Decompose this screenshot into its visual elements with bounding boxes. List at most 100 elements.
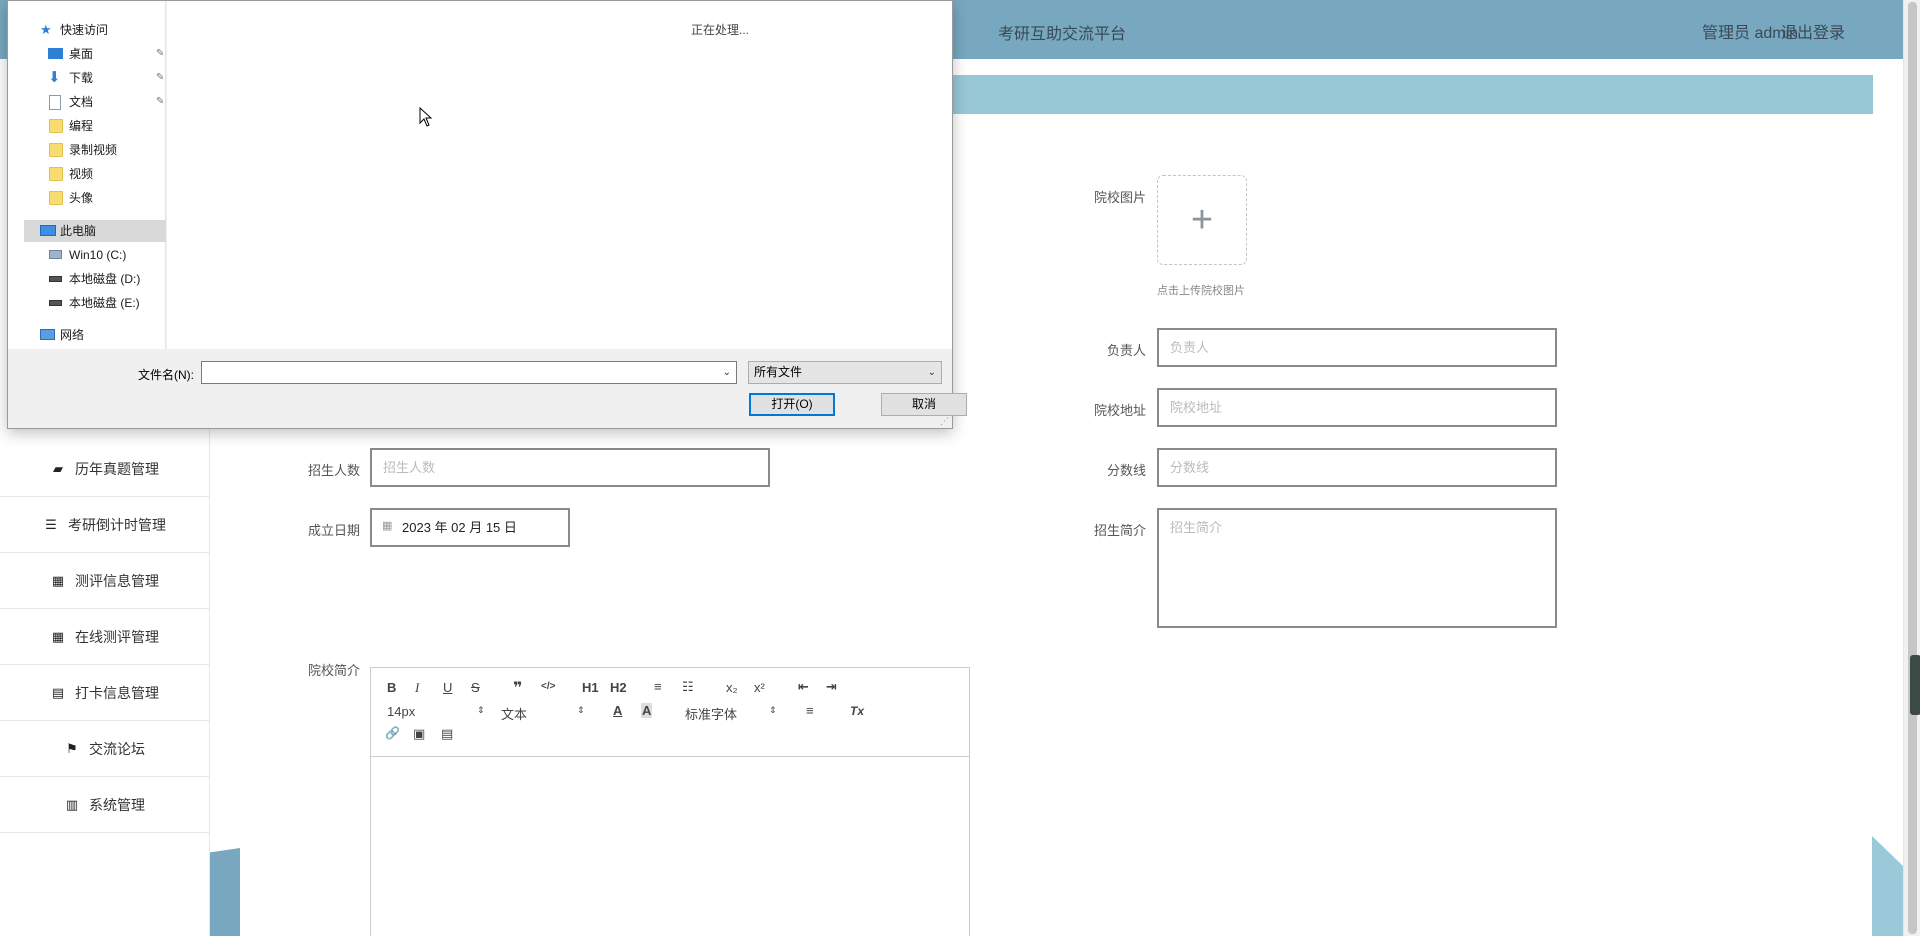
heading1-button[interactable]: H1 [582,680,599,695]
block-type-value: 文本 [501,707,528,722]
drive-icon [49,276,62,282]
bold-button[interactable]: B [387,680,396,695]
pin-icon: ✎ [156,48,165,59]
nav-drive-c[interactable]: Win10 (C:) [40,244,126,266]
nav-label: 录制视频 [69,143,118,157]
code-block-button[interactable]: </> [541,681,555,692]
underline-button[interactable]: U [443,680,452,695]
subscript-button[interactable]: x₂ [726,680,738,695]
recruit-intro-textarea[interactable]: 招生简介 [1157,508,1557,628]
resize-grip-icon[interactable]: ⋰ [940,416,950,426]
updown-icon: ⇕ [477,705,485,715]
nav-drive-e[interactable]: 本地磁盘 (E:) [40,292,140,314]
nav-network[interactable]: 网络 [32,324,84,346]
outdent-button[interactable]: ⇤ [798,679,809,695]
image-button[interactable]: ▣ [413,726,425,742]
floating-widget[interactable] [1910,655,1920,715]
nav-label: 网络 [60,328,85,342]
italic-button[interactable]: I [415,680,419,696]
desktop-icon [48,48,63,59]
nav-label: 本地磁盘 (E:) [69,296,140,310]
heading2-button[interactable]: H2 [610,680,627,695]
background-color-button[interactable]: A [641,703,653,718]
link-button[interactable]: 🔗 [385,726,400,740]
font-size-select[interactable]: 14px ⇕ [387,704,485,719]
nav-label: 头像 [69,191,94,205]
drive-icon [49,250,62,259]
sidebar-item-countdown[interactable]: ☰ 考研倒计时管理 [0,497,210,553]
logout-link[interactable]: 退出登录 [1781,19,1845,43]
sidebar-item-past-exams[interactable]: ▰ 历年真题管理 [0,441,210,497]
school-image-label: 院校图片 [1093,190,1146,205]
sidebar-item-checkin[interactable]: ▤ 打卡信息管理 [0,665,210,721]
chevron-down-icon[interactable]: ⌄ [723,362,731,383]
editor-toolbar: B I U S ❞ </> H1 H2 ≡ ☷ x₂ x² ⇤ ⇥ 14px ⇕… [371,668,969,757]
sidebar-item-online-evaluation[interactable]: ▦ 在线测评管理 [0,609,210,665]
nav-documents[interactable]: 文档 ✎ [40,91,166,113]
address-label: 院校地址 [1093,403,1146,418]
enrollment-input[interactable]: 招生人数 [370,448,770,487]
found-date-label: 成立日期 [307,523,360,538]
blockquote-button[interactable]: ❞ [513,678,522,698]
computer-icon [40,225,56,236]
nav-this-pc[interactable]: 此电脑 [32,220,96,242]
image-upload-button[interactable]: + [1157,175,1247,265]
file-type-select[interactable]: 所有文件 ⌄ [748,361,942,384]
filename-input[interactable]: ⌄ [201,361,737,384]
book-icon: ▥ [65,796,79,812]
file-type-value: 所有文件 [754,365,803,379]
file-list-pane[interactable]: 正在处理... [167,1,952,349]
editor-content-area[interactable] [371,757,969,937]
nav-drive-d[interactable]: 本地磁盘 (D:) [40,268,140,290]
score-line-label: 分数线 [1106,463,1146,478]
flag-icon: ⚑ [66,740,78,756]
clear-format-button[interactable]: Tx [850,704,864,718]
block-type-select[interactable]: 文本 ⇕ [501,704,585,723]
star-icon: ★ [40,22,52,37]
app-title: 考研互助交流平台 [998,26,1127,43]
updown-icon: ⇕ [577,705,585,715]
nav-quick-access[interactable]: ★ 快速访问 [32,19,108,41]
date-input[interactable]: ▦ 2023 年 02 月 15 日 [370,508,570,547]
nav-desktop[interactable]: 桌面 ✎ [40,43,166,65]
font-family-select[interactable]: 标准字体 ⇕ [685,704,777,723]
align-button[interactable]: ≡ [806,703,814,718]
file-open-dialog: ★ 快速访问 桌面 ✎ ⬇ 下载 ✎ 文档 ✎ 编程 录制视频 视频 头像 此电… [7,0,967,429]
document-icon [49,95,61,110]
font-family-value: 标准字体 [685,707,738,722]
nav-folder-recordings[interactable]: 录制视频 [40,139,117,161]
nav-downloads[interactable]: ⬇ 下载 ✎ [40,67,166,89]
video-button[interactable]: ▤ [441,726,453,742]
score-line-input[interactable]: 分数线 [1157,448,1557,487]
manager-input[interactable]: 负责人 [1157,328,1557,367]
strikethrough-button[interactable]: S [471,680,480,695]
processing-status: 正在处理... [691,23,750,37]
ordered-list-button[interactable]: ≡ [654,679,662,694]
address-input[interactable]: 院校地址 [1157,388,1557,427]
folder-icon [49,143,63,157]
bullet-list-button[interactable]: ☷ [682,679,694,695]
sidebar-item-forum[interactable]: ⚑ 交流论坛 [0,721,210,777]
updown-icon: ⇕ [769,705,777,715]
wallet-icon: ▰ [53,460,63,476]
sidebar-item-label: 打卡信息管理 [75,684,159,701]
scrollbar-thumb[interactable] [1908,2,1917,934]
nav-folder-programming[interactable]: 编程 [40,115,93,137]
page-scrollbar[interactable] [1903,0,1920,936]
manager-label: 负责人 [1106,343,1146,358]
indent-button[interactable]: ⇥ [826,679,837,695]
open-button[interactable]: 打开(O) [749,393,835,416]
upload-tip: 点击上传院校图片 [1157,285,1245,297]
sidebar-item-system[interactable]: ▥ 系统管理 [0,777,210,833]
nav-folder-videos[interactable]: 视频 [40,163,93,185]
cancel-button[interactable]: 取消 [881,393,967,416]
download-icon: ⬇ [48,69,61,86]
nav-label: 文档 [69,95,94,109]
sidebar-item-evaluation-info[interactable]: ▦ 测评信息管理 [0,553,210,609]
filename-label: 文件名(N): [138,368,194,382]
sidebar-item-label: 在线测评管理 [75,628,159,645]
nav-folder-avatars[interactable]: 头像 [40,187,93,209]
list-icon: ☰ [45,516,57,532]
font-color-button[interactable]: A [613,703,622,718]
superscript-button[interactable]: x² [754,680,765,695]
